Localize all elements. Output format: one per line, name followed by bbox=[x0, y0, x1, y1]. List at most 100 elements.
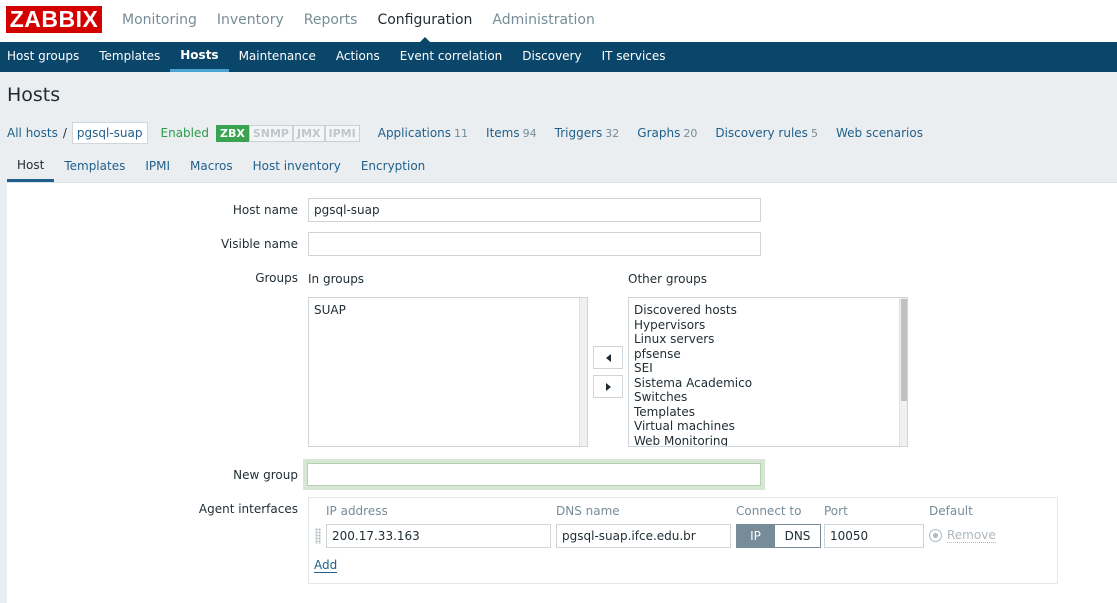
list-item[interactable]: Linux servers bbox=[634, 332, 902, 347]
items-link[interactable]: Items 94 bbox=[486, 126, 537, 140]
applications-count: 11 bbox=[454, 127, 469, 140]
availability-indicators: ZBX SNMP JMX IPMI bbox=[216, 124, 360, 142]
breadcrumb-separator: / bbox=[62, 126, 67, 140]
agent-interfaces-label: Agent interfaces bbox=[198, 502, 298, 516]
triggers-count: 32 bbox=[605, 127, 620, 140]
main-menu: Monitoring Inventory Reports Configurati… bbox=[112, 0, 605, 43]
host-breadcrumb: All hosts / pgsql-suap Enabled ZBX SNMP … bbox=[7, 120, 923, 146]
arrow-right-icon bbox=[605, 382, 611, 391]
graphs-label: Graphs bbox=[637, 126, 681, 140]
dns-name-input[interactable]: pgsql-suap.ifce.edu.br bbox=[556, 524, 731, 548]
web-scenarios-link[interactable]: Web scenarios bbox=[836, 126, 923, 140]
list-item[interactable]: Virtual machines bbox=[634, 419, 902, 434]
ipmi-availability-badge: IPMI bbox=[324, 124, 360, 142]
connect-dns-button[interactable]: DNS bbox=[774, 525, 820, 547]
host-name-input[interactable]: pgsql-suap bbox=[308, 198, 761, 222]
scrollbar-thumb[interactable] bbox=[901, 299, 907, 401]
zabbix-logo[interactable]: ZABBIX bbox=[6, 6, 102, 33]
sub-navigation: Host groups Templates Hosts Maintenance … bbox=[0, 42, 1117, 72]
in-groups-label: In groups bbox=[308, 272, 365, 286]
submenu-maintenance[interactable]: Maintenance bbox=[229, 42, 326, 72]
ip-address-input[interactable]: 200.17.33.163 bbox=[326, 524, 551, 548]
menu-monitoring[interactable]: Monitoring bbox=[112, 0, 207, 42]
list-item[interactable]: SEI bbox=[634, 361, 902, 376]
port-header: Port bbox=[824, 504, 848, 518]
host-name-label: Host name bbox=[232, 203, 298, 217]
zbx-availability-badge: ZBX bbox=[216, 124, 249, 142]
submenu-templates[interactable]: Templates bbox=[89, 42, 170, 72]
list-item[interactable]: Hypervisors bbox=[634, 318, 902, 333]
tab-encryption[interactable]: Encryption bbox=[351, 150, 435, 182]
web-scenarios-label: Web scenarios bbox=[835, 126, 923, 140]
default-header: Default bbox=[929, 504, 973, 518]
all-hosts-link[interactable]: All hosts bbox=[7, 126, 58, 140]
menu-inventory[interactable]: Inventory bbox=[207, 0, 294, 42]
page-title: Hosts bbox=[7, 84, 61, 106]
host-form: Host name pgsql-suap Visible name Groups… bbox=[7, 183, 1117, 603]
move-right-button[interactable] bbox=[593, 375, 623, 398]
menu-reports[interactable]: Reports bbox=[294, 0, 368, 42]
menu-administration[interactable]: Administration bbox=[482, 0, 604, 42]
groups-label: Groups bbox=[255, 271, 298, 285]
ip-address-header: IP address bbox=[326, 504, 388, 518]
list-item[interactable]: Templates bbox=[634, 405, 902, 420]
snmp-availability-badge: SNMP bbox=[248, 124, 293, 142]
triggers-label: Triggers bbox=[554, 126, 603, 140]
submenu-it-services[interactable]: IT services bbox=[592, 42, 676, 72]
list-item[interactable]: Web Monitoring bbox=[634, 434, 902, 447]
status-badge: Enabled bbox=[160, 126, 210, 140]
in-groups-listbox[interactable]: SUAP bbox=[308, 297, 588, 447]
connect-to-toggle[interactable]: IP DNS bbox=[736, 524, 821, 548]
tab-host[interactable]: Host bbox=[7, 150, 55, 182]
remove-interface-link[interactable]: Remove bbox=[947, 529, 996, 543]
tab-macros[interactable]: Macros bbox=[180, 150, 243, 182]
tab-ipmi[interactable]: IPMI bbox=[135, 150, 180, 182]
submenu-hosts[interactable]: Hosts bbox=[170, 42, 229, 72]
applications-label: Applications bbox=[377, 126, 452, 140]
in-groups-scrollbar[interactable] bbox=[579, 298, 587, 446]
menu-configuration[interactable]: Configuration bbox=[367, 0, 482, 43]
current-host-link[interactable]: pgsql-suap bbox=[71, 122, 148, 144]
submenu-actions[interactable]: Actions bbox=[326, 42, 390, 72]
jmx-availability-badge: JMX bbox=[293, 124, 325, 142]
submenu-host-groups[interactable]: Host groups bbox=[0, 42, 89, 72]
list-item[interactable]: pfsense bbox=[634, 347, 902, 362]
arrow-left-icon bbox=[605, 353, 611, 362]
connect-to-header: Connect to bbox=[736, 504, 802, 518]
add-interface-link[interactable]: Add bbox=[314, 559, 338, 573]
discovery-rules-link[interactable]: Discovery rules 5 bbox=[715, 126, 818, 140]
visible-name-input[interactable] bbox=[308, 232, 761, 256]
submenu-discovery[interactable]: Discovery bbox=[512, 42, 591, 72]
tab-host-inventory[interactable]: Host inventory bbox=[243, 150, 351, 182]
graphs-count: 20 bbox=[683, 127, 698, 140]
other-groups-scrollbar[interactable] bbox=[899, 298, 907, 446]
dns-name-header: DNS name bbox=[556, 504, 620, 518]
visible-name-label: Visible name bbox=[220, 237, 298, 251]
triggers-link[interactable]: Triggers 32 bbox=[555, 126, 620, 140]
list-item[interactable]: Switches bbox=[634, 390, 902, 405]
new-group-label: New group bbox=[233, 468, 298, 482]
drag-handle-icon[interactable] bbox=[315, 528, 321, 544]
new-group-highlight bbox=[303, 459, 765, 490]
connect-ip-button[interactable]: IP bbox=[737, 525, 774, 547]
other-groups-listbox[interactable]: Discovered hosts Hypervisors Linux serve… bbox=[628, 297, 908, 447]
move-left-button[interactable] bbox=[593, 346, 623, 369]
discovery-rules-count: 5 bbox=[810, 127, 818, 140]
submenu-event-correlation[interactable]: Event correlation bbox=[390, 42, 513, 72]
top-navigation: ZABBIX Monitoring Inventory Reports Conf… bbox=[0, 0, 1117, 43]
discovery-rules-label: Discovery rules bbox=[715, 126, 808, 140]
form-tabs: Host Templates IPMI Macros Host inventor… bbox=[7, 150, 1117, 183]
tab-templates[interactable]: Templates bbox=[54, 150, 135, 182]
default-interface-radio[interactable] bbox=[929, 529, 942, 542]
list-item[interactable]: SUAP bbox=[314, 303, 582, 318]
other-groups-label: Other groups bbox=[628, 272, 707, 286]
items-label: Items bbox=[486, 126, 520, 140]
list-item[interactable]: Discovered hosts bbox=[634, 303, 902, 318]
applications-link[interactable]: Applications 11 bbox=[378, 126, 468, 140]
new-group-input[interactable] bbox=[307, 463, 761, 486]
items-count: 94 bbox=[522, 127, 537, 140]
agent-interfaces-table: IP address DNS name Connect to Port Defa… bbox=[308, 497, 1058, 584]
port-input[interactable]: 10050 bbox=[824, 524, 924, 548]
list-item[interactable]: Sistema Academico bbox=[634, 376, 902, 391]
graphs-link[interactable]: Graphs 20 bbox=[637, 126, 697, 140]
